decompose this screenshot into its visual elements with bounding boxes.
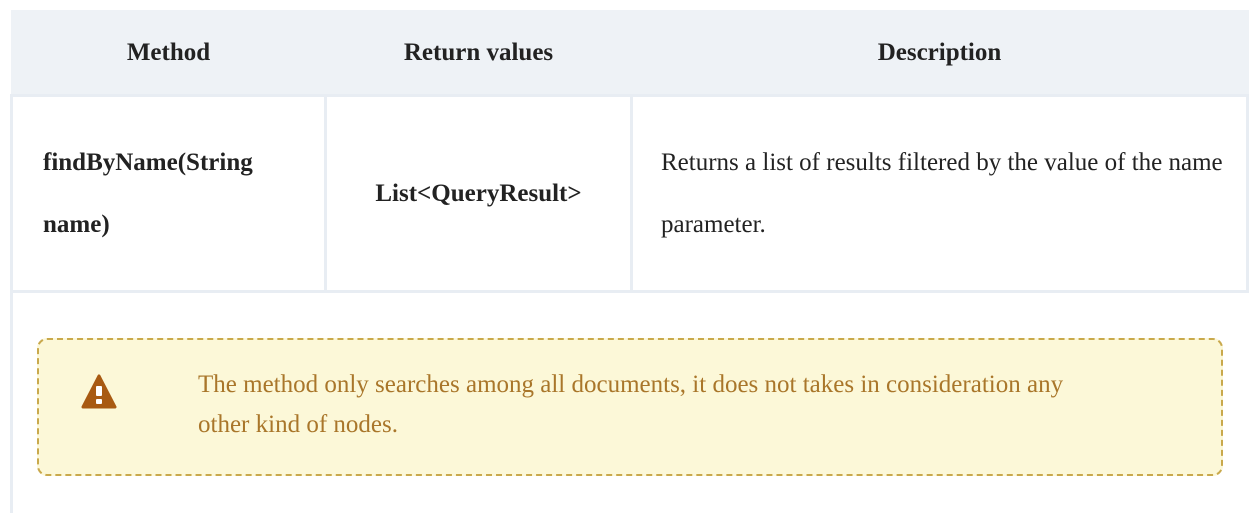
methods-table: Method Return values Description findByN… [10,10,1249,293]
description-cell: Returns a list of results filtered by th… [630,94,1249,293]
table-row: findByName(String name) List<QueryResult… [10,94,1249,293]
header-description: Description [630,10,1249,97]
return-value-cell: List<QueryResult> [324,94,633,293]
header-method: Method [10,10,327,97]
header-return-values: Return values [324,10,633,97]
warning-text: The method only searches among all docum… [198,371,1064,438]
warning-callout: The method only searches among all docum… [37,338,1223,476]
warning-triangle-icon [81,374,117,409]
table-header-row: Method Return values Description [10,10,1249,97]
method-cell: findByName(String name) [10,94,327,293]
